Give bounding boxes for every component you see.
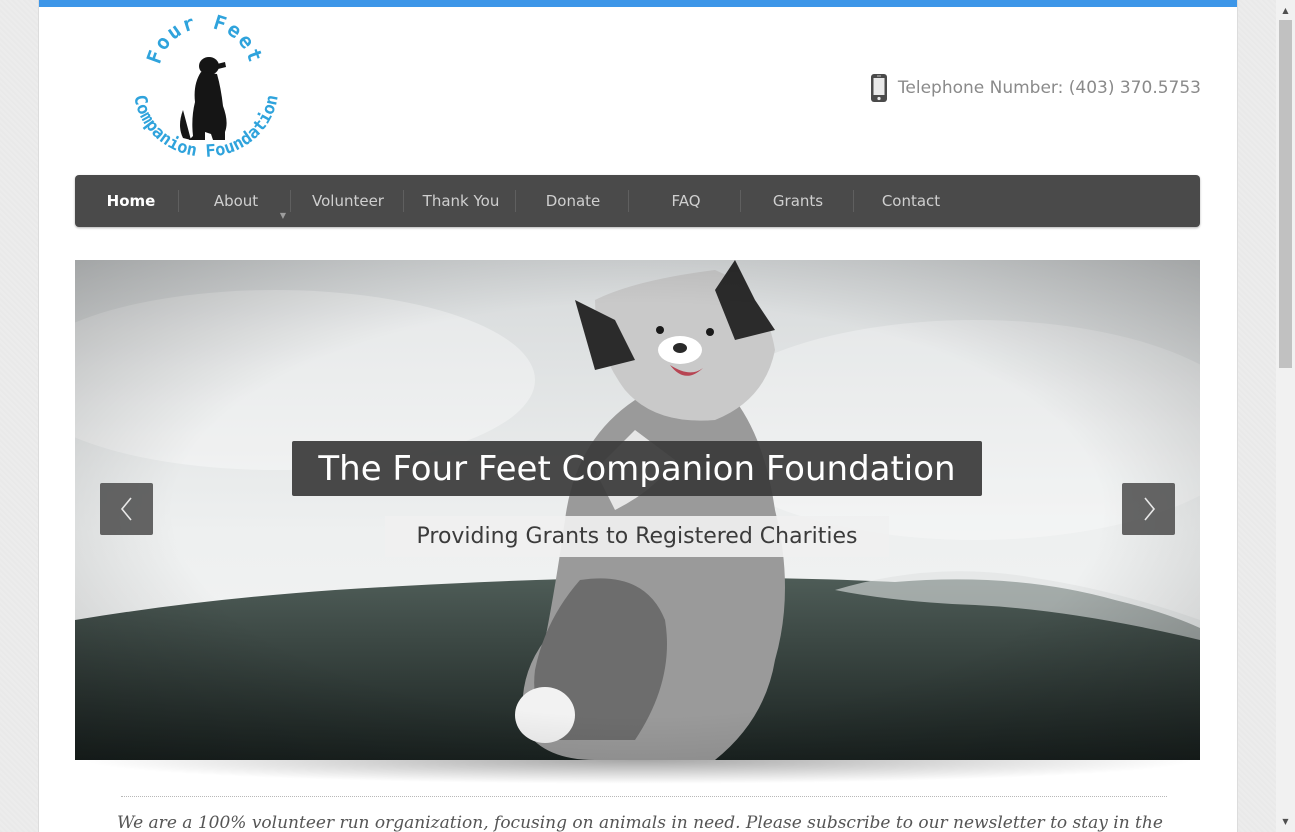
dog-silhouette-icon — [180, 57, 227, 140]
site-logo[interactable]: Four Feet Companion Foundation — [121, 9, 289, 172]
nav-separator — [403, 190, 404, 212]
slide-image — [75, 260, 1200, 760]
nav-separator — [853, 190, 854, 212]
nav-item-about-label: About — [213, 192, 259, 210]
nav-separator — [515, 190, 516, 212]
slider-shadow — [79, 760, 1199, 784]
chevron-right-icon — [1143, 497, 1155, 521]
intro-text: We are a 100% volunteer run organization… — [117, 813, 1163, 832]
nav-item-home[interactable]: Home — [75, 175, 187, 227]
content-divider — [121, 796, 1167, 797]
scrollbar-thumb[interactable] — [1279, 20, 1292, 368]
nav-separator — [290, 190, 291, 212]
slider-next-button[interactable] — [1122, 483, 1175, 535]
slide-title: The Four Feet Companion Foundation — [292, 441, 982, 496]
nav-item-volunteer[interactable]: Volunteer — [292, 175, 404, 227]
phone-number-text: Telephone Number: (403) 370.5753 — [897, 78, 1201, 98]
triangle-down-icon: ▼ — [279, 211, 286, 220]
nav-item-about[interactable]: About ▼ — [180, 175, 292, 227]
nav-item-donate[interactable]: Donate — [517, 175, 629, 227]
scroll-down-arrow-icon[interactable]: ▼ — [1276, 813, 1295, 830]
page-scrollbar[interactable]: ▲ ▼ — [1276, 0, 1295, 832]
nav-item-contact[interactable]: Contact — [855, 175, 967, 227]
scroll-up-arrow-icon[interactable]: ▲ — [1276, 2, 1295, 19]
hero-slider: The Four Feet Companion Foundation Provi… — [75, 260, 1200, 760]
mobile-phone-icon — [870, 73, 888, 103]
nav-separator — [740, 190, 741, 212]
slider-prev-button[interactable] — [100, 483, 153, 535]
main-navigation: Home About ▼ Volunteer Thank You Donate … — [75, 175, 1200, 227]
chevron-left-icon — [120, 497, 132, 521]
phone-contact: Telephone Number: (403) 370.5753 — [870, 73, 1201, 103]
nav-item-grants[interactable]: Grants — [742, 175, 854, 227]
top-accent-bar — [39, 0, 1237, 7]
nav-separator — [628, 190, 629, 212]
page-container: Four Feet Companion Foundation Telephone… — [38, 0, 1238, 832]
nav-item-faq[interactable]: FAQ — [630, 175, 742, 227]
nav-item-thank-you[interactable]: Thank You — [405, 175, 517, 227]
nav-separator — [178, 190, 179, 212]
slide-subtitle: Providing Grants to Registered Charities — [385, 516, 889, 557]
